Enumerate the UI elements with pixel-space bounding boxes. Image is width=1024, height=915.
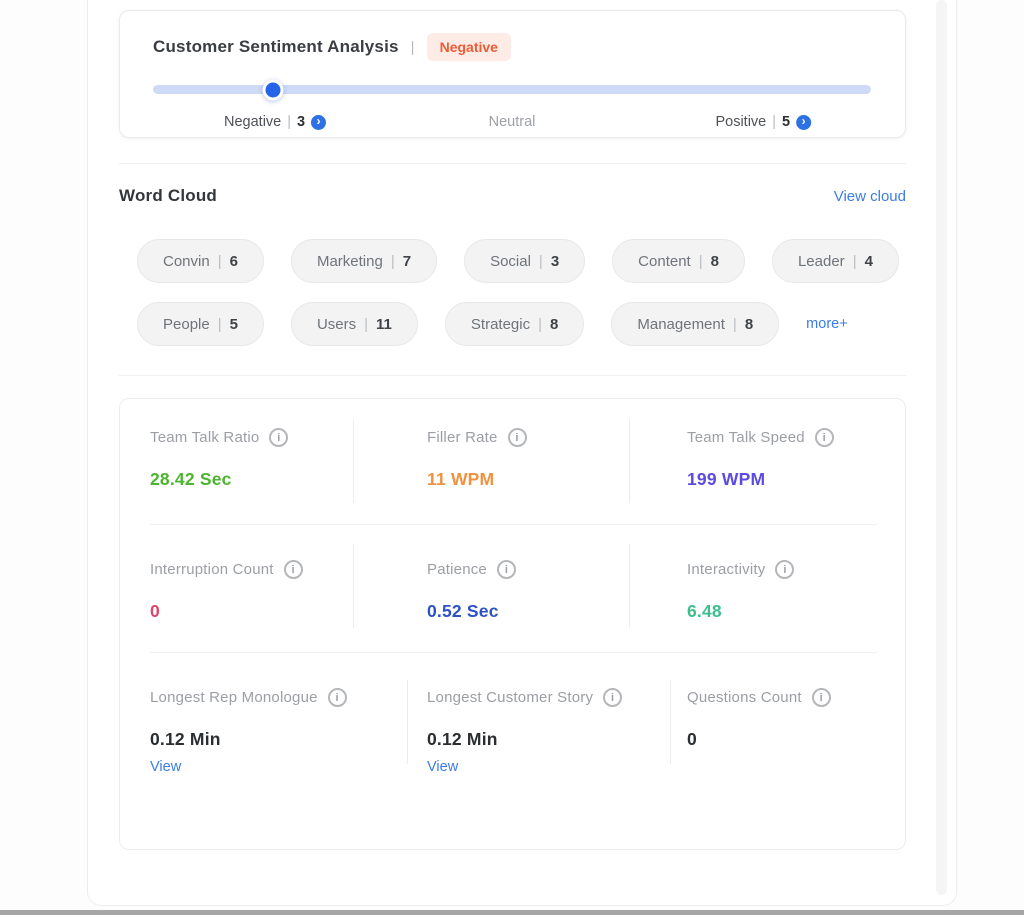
metrics-row-2: Interruption Count i 0 Patience i 0.52 S… — [120, 524, 905, 652]
word-tag[interactable]: Leader | 4 — [772, 239, 899, 283]
word-tag[interactable]: Marketing | 7 — [291, 239, 437, 283]
metric-value: 0.12 Min — [150, 729, 427, 750]
metric-longest-rep-monologue: Longest Rep Monologue i 0.12 Min View — [120, 688, 427, 851]
view-customer-story-link[interactable]: View — [427, 759, 687, 775]
info-icon[interactable]: i — [812, 688, 831, 707]
column-divider — [353, 419, 354, 503]
metric-interruption-count: Interruption Count i 0 — [120, 560, 427, 652]
sentiment-label-positive: Positive | 5 › — [715, 114, 811, 130]
metric-value: 0.12 Min — [427, 729, 687, 750]
info-icon[interactable]: i — [328, 688, 347, 707]
metric-longest-customer-story: Longest Customer Story i 0.12 Min View — [427, 688, 687, 851]
column-divider — [629, 419, 630, 503]
main-panel: Customer Sentiment Analysis | Negative N… — [87, 0, 957, 906]
metric-value: 0 — [150, 601, 427, 622]
word-cloud-row-1: Convin | 6 Marketing | 7 Social | 3 Cont… — [137, 239, 899, 283]
metric-team-talk-speed: Team Talk Speed i 199 WPM — [687, 428, 905, 524]
word-tag[interactable]: Management | 8 — [611, 302, 779, 346]
sentiment-slider-track[interactable] — [153, 85, 871, 94]
metrics-card: Team Talk Ratio i 28.42 Sec Filler Rate … — [119, 398, 906, 850]
sentiment-label-neutral: Neutral — [489, 114, 536, 130]
section-divider — [119, 163, 906, 164]
info-icon[interactable]: i — [497, 560, 516, 579]
bottom-edge-bar — [0, 910, 1024, 915]
scrollbar[interactable] — [936, 0, 947, 895]
word-tag[interactable]: People | 5 — [137, 302, 264, 346]
metric-value: 28.42 Sec — [150, 469, 427, 490]
word-cloud-header: Word Cloud View cloud — [119, 186, 906, 206]
metrics-row-3: Longest Rep Monologue i 0.12 Min View Lo… — [120, 652, 905, 851]
sentiment-card: Customer Sentiment Analysis | Negative N… — [119, 10, 906, 138]
metrics-row-1: Team Talk Ratio i 28.42 Sec Filler Rate … — [120, 399, 905, 524]
metric-value: 0.52 Sec — [427, 601, 687, 622]
column-divider — [407, 680, 408, 764]
metric-value: 199 WPM — [687, 469, 905, 490]
info-icon[interactable]: i — [269, 428, 288, 447]
column-divider — [629, 544, 630, 628]
word-cloud-row-2: People | 5 Users | 11 Strategic | 8 Mana… — [137, 302, 848, 346]
view-cloud-link[interactable]: View cloud — [834, 188, 906, 205]
more-tags-link[interactable]: more+ — [806, 316, 848, 332]
metric-filler-rate: Filler Rate i 11 WPM — [427, 428, 687, 524]
word-tag[interactable]: Content | 8 — [612, 239, 745, 283]
column-divider — [353, 544, 354, 628]
column-divider — [670, 680, 671, 764]
negative-chevron-icon[interactable]: › — [311, 115, 326, 130]
sentiment-slider-labels: Negative | 3 › Neutral Positive | 5 › — [153, 114, 871, 132]
info-icon[interactable]: i — [508, 428, 527, 447]
word-tag[interactable]: Convin | 6 — [137, 239, 264, 283]
info-icon[interactable]: i — [284, 560, 303, 579]
info-icon[interactable]: i — [603, 688, 622, 707]
word-tag[interactable]: Social | 3 — [464, 239, 585, 283]
view-monologue-link[interactable]: View — [150, 759, 427, 775]
metric-questions-count: Questions Count i 0 — [687, 688, 905, 851]
word-cloud-title: Word Cloud — [119, 186, 217, 206]
metric-value: 11 WPM — [427, 469, 687, 490]
info-icon[interactable]: i — [775, 560, 794, 579]
positive-chevron-icon[interactable]: › — [796, 115, 811, 130]
sentiment-label-negative: Negative | 3 › — [224, 114, 326, 130]
info-icon[interactable]: i — [815, 428, 834, 447]
metric-team-talk-ratio: Team Talk Ratio i 28.42 Sec — [120, 428, 427, 524]
sentiment-header: Customer Sentiment Analysis | Negative — [153, 33, 511, 61]
word-tag[interactable]: Strategic | 8 — [445, 302, 584, 346]
metric-value: 0 — [687, 729, 905, 750]
metric-value: 6.48 — [687, 601, 905, 622]
metric-interactivity: Interactivity i 6.48 — [687, 560, 905, 652]
sentiment-status-badge: Negative — [427, 33, 511, 61]
sentiment-slider-thumb[interactable] — [262, 79, 283, 100]
sentiment-title: Customer Sentiment Analysis — [153, 37, 399, 57]
metric-patience: Patience i 0.52 Sec — [427, 560, 687, 652]
page-canvas: Customer Sentiment Analysis | Negative N… — [0, 0, 1024, 915]
word-tag[interactable]: Users | 11 — [291, 302, 418, 346]
section-divider — [119, 375, 906, 376]
sentiment-title-separator: | — [411, 39, 415, 56]
